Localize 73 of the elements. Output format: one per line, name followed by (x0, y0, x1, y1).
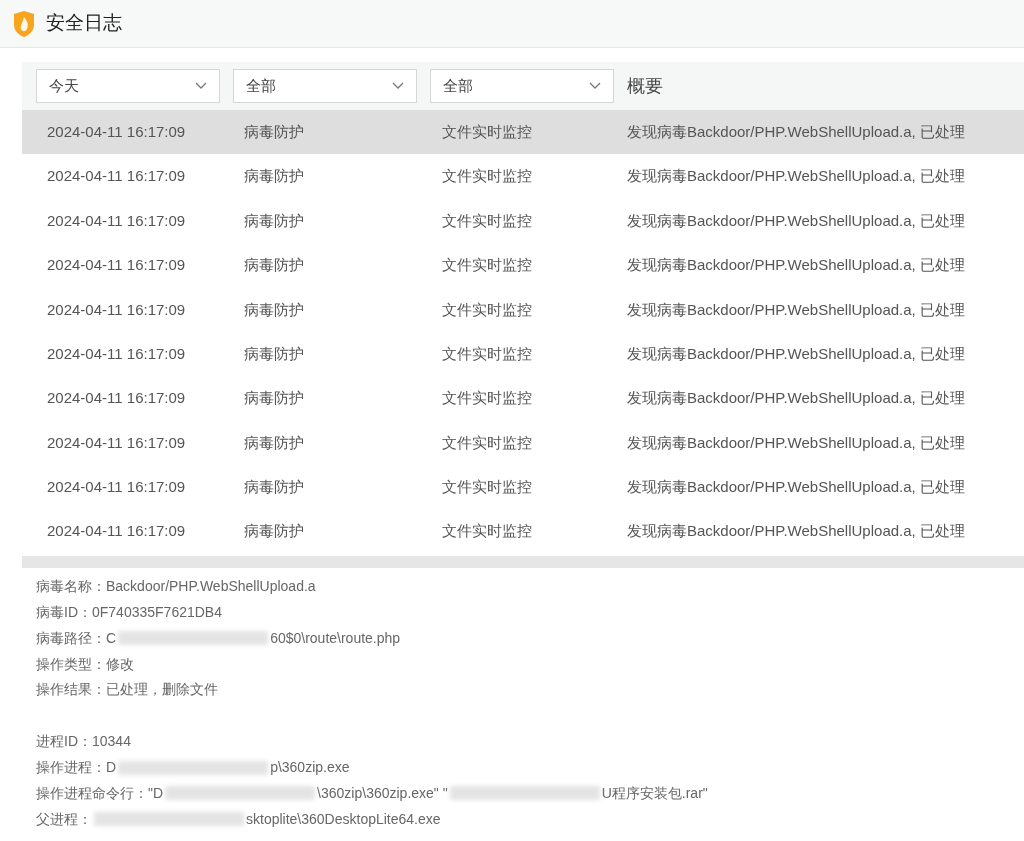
detail-value: Backdoor/PHP.WebShellUpload.a (106, 577, 316, 597)
filter-dropdown[interactable]: 全部 (430, 69, 614, 103)
table-cell-text: 2024-04-11 16:17:09 (46, 121, 187, 142)
table-cell-text: 病毒防护 (244, 299, 305, 320)
log-row[interactable]: 2024-04-11 16:17:09 病毒防护 文件实时监控 发现病毒Backdoor/PHP.WebShellUpload.a, 已处理 (22, 110, 1024, 155)
table-cell-text: 发现病毒Backdoor/PHP.WebShellUpload.a, 已处理 (627, 521, 965, 542)
table-cell-text: 病毒防护 (244, 521, 305, 542)
table-cell-text: 文件实时监控 (442, 210, 533, 231)
table-cell-text: 2024-04-11 16:17:09 (46, 210, 187, 231)
detail-label: 操作进程命令行： (36, 783, 148, 803)
table-cell-text: 2024-04-11 16:17:09 (46, 299, 187, 320)
chevron-down-icon (195, 82, 207, 90)
detail-value: 0F740335F7621DB4 (92, 603, 222, 623)
detail-label: 操作类型： (36, 654, 106, 674)
table-cell-text: 文件实时监控 (442, 255, 533, 276)
detail-value: p\360zip.exe (270, 758, 350, 778)
table-cell-text: 病毒防护 (244, 388, 305, 409)
detail-label: 病毒名称： (36, 577, 106, 597)
table-cell-text: 文件实时监控 (442, 166, 533, 187)
table-cell-text: 文件实时监控 (442, 388, 533, 409)
table-cell-text: 发现病毒Backdoor/PHP.WebShellUpload.a, 已处理 (627, 210, 965, 231)
table-cell-text: 2024-04-11 16:17:09 (46, 432, 187, 453)
table-cell-text: 发现病毒Backdoor/PHP.WebShellUpload.a, 已处理 (627, 388, 965, 409)
table-cell-text: 发现病毒Backdoor/PHP.WebShellUpload.a, 已处理 (627, 343, 965, 364)
table-cell-text: 发现病毒Backdoor/PHP.WebShellUpload.a, 已处理 (627, 432, 965, 453)
table-cell-text: 发现病毒Backdoor/PHP.WebShellUpload.a, 已处理 (627, 255, 965, 276)
table-cell-text: 2024-04-11 16:17:09 (46, 255, 187, 276)
table-cell-text: 文件实时监控 (442, 432, 533, 453)
table-cell-text: 发现病毒Backdoor/PHP.WebShellUpload.a, 已处理 (627, 166, 965, 187)
detail-value: 60$0\route\route.php (270, 628, 401, 648)
chevron-down-icon (392, 82, 404, 90)
table-cell-text: 文件实时监控 (442, 521, 533, 542)
filter-dropdown[interactable]: 全部 (233, 69, 417, 103)
table-cell-text: 文件实时监控 (442, 299, 533, 320)
detail-value: 已处理，删除文件 (106, 680, 218, 700)
detail-value: D (106, 758, 117, 778)
detail-label: 父进程： (36, 809, 92, 829)
window-title: 安全日志 (46, 11, 122, 36)
table-cell-text: 2024-04-11 16:17:09 (46, 477, 187, 498)
detail-label: 操作进程： (36, 758, 106, 778)
detail-label: 病毒ID： (36, 603, 92, 623)
detail-value: \360zip\360zip.exe" " (317, 783, 448, 803)
table-cell-text: 病毒防护 (244, 121, 305, 142)
table-cell-text: 病毒防护 (244, 255, 305, 276)
detail-label: 进程ID： (36, 732, 92, 752)
filter-dropdown[interactable]: 今天 (36, 69, 220, 103)
table-cell-text: 发现病毒Backdoor/PHP.WebShellUpload.a, 已处理 (627, 477, 965, 498)
table-cell-text: 2024-04-11 16:17:09 (46, 343, 187, 364)
table-cell-text: 2024-04-11 16:17:09 (46, 521, 187, 542)
table-cell-text: 发现病毒Backdoor/PHP.WebShellUpload.a, 已处理 (627, 299, 965, 320)
detail-value: sktoplite\360DesktopLite64.exe (246, 809, 441, 829)
detail-label: 操作结果： (36, 680, 106, 700)
splitter-bar[interactable] (22, 555, 1024, 568)
detail-value: 修改 (106, 654, 134, 674)
detail-label: 病毒路径： (36, 628, 106, 648)
table-cell-text: 病毒防护 (244, 432, 305, 453)
table-cell-text: 文件实时监控 (442, 477, 533, 498)
detail-value: 10344 (92, 732, 131, 752)
table-cell-text: 2024-04-11 16:17:09 (46, 388, 187, 409)
detail-value: "D (148, 783, 164, 803)
table-cell-text: 文件实时监控 (442, 121, 533, 142)
chevron-down-icon (589, 82, 601, 90)
table-cell-text: 文件实时监控 (442, 343, 533, 364)
table-cell-text: 病毒防护 (244, 166, 305, 187)
table-cell-text: 病毒防护 (244, 343, 305, 364)
table-cell-text: 病毒防护 (244, 477, 305, 498)
table-cell-text: 2024-04-11 16:17:09 (46, 166, 187, 187)
shield-flame-icon (12, 10, 36, 37)
column-header: 概要 (627, 74, 663, 98)
table-cell-text: 发现病毒Backdoor/PHP.WebShellUpload.a, 已处理 (627, 121, 965, 142)
detail-value: U程序安装包.rar" (601, 783, 708, 803)
table-cell-text: 病毒防护 (244, 210, 305, 231)
detail-value: C (106, 628, 117, 648)
